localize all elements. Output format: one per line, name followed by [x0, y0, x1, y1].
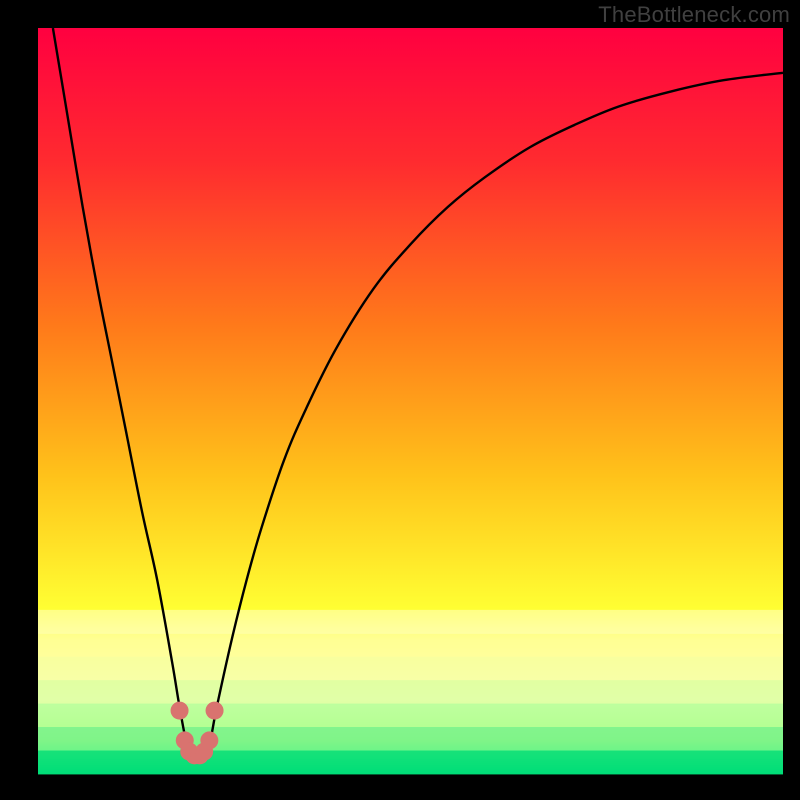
highlight-point — [200, 731, 218, 749]
highlight-point — [206, 702, 224, 720]
watermark-label: TheBottleneck.com — [598, 2, 790, 28]
bottleneck-chart — [0, 0, 800, 800]
highlight-point — [171, 702, 189, 720]
bottom-bands — [38, 610, 783, 775]
chart-frame: TheBottleneck.com — [0, 0, 800, 800]
